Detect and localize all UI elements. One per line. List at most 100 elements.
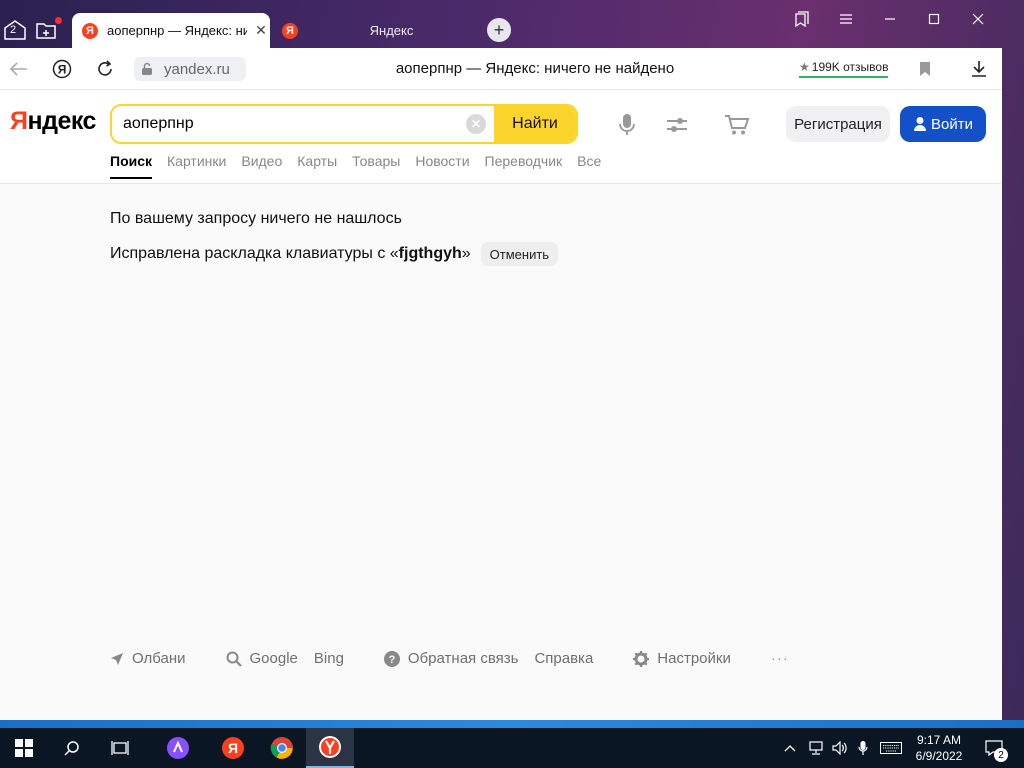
close-tab-icon[interactable]: ✕	[253, 22, 269, 39]
tab-count-badge: 2	[10, 24, 17, 36]
chevron-up-icon	[784, 745, 796, 752]
bookmark-icon	[920, 62, 930, 76]
cart-icon	[725, 115, 750, 135]
alice-icon	[167, 737, 189, 759]
reviews-link[interactable]: ★ 199K отзывов	[799, 60, 889, 78]
tabs-overview-button[interactable]: 2	[2, 17, 28, 43]
yandex-circle-icon: Я	[52, 59, 72, 79]
taskbar-search-button[interactable]	[48, 728, 96, 768]
layout-correction-prefix: Исправлена раскладка клавиатуры с «	[110, 245, 399, 262]
keyboard-tray-button[interactable]	[876, 728, 906, 768]
action-center-button[interactable]: 2	[980, 728, 1008, 768]
footer-location[interactable]: Олбани	[110, 650, 186, 667]
cancel-correction-button[interactable]: Отменить	[480, 242, 559, 266]
footer-settings[interactable]: Настройки	[633, 650, 731, 667]
register-button[interactable]: Регистрация	[786, 106, 890, 142]
taskbar-accent-strip	[0, 720, 1024, 728]
address-bar: Я yandex.ru аоперпнр — Яндекс: ничего не…	[0, 48, 1002, 90]
show-hidden-icons-button[interactable]	[780, 728, 800, 768]
settings-label: Настройки	[657, 650, 731, 667]
microphone-icon	[619, 114, 635, 135]
back-button[interactable]	[6, 56, 32, 82]
download-icon	[972, 61, 986, 77]
search-button[interactable]: Найти	[494, 106, 576, 142]
tab-products[interactable]: Товары	[352, 153, 400, 179]
layout-correction-message: Исправлена раскладка клавиатуры с «fjgth…	[110, 242, 559, 266]
tab-all[interactable]: Все	[577, 153, 601, 179]
yandex-favicon-icon: Я	[82, 22, 98, 39]
notification-count-badge: 2	[994, 748, 1008, 762]
svg-text:Я: Я	[228, 740, 238, 756]
tab-inactive[interactable]: Я Яндекс	[276, 13, 476, 48]
reload-button[interactable]	[92, 56, 118, 82]
new-tab-button[interactable]: +	[487, 18, 511, 42]
gear-icon	[633, 650, 650, 667]
clear-search-icon[interactable]: ✕	[466, 114, 486, 134]
tab-title: Яндекс	[369, 23, 414, 38]
close-window-button[interactable]	[956, 6, 1000, 32]
lock-icon	[142, 62, 152, 75]
tab-news[interactable]: Новости	[415, 153, 469, 179]
minimize-button[interactable]	[868, 6, 912, 32]
yandex-browser-icon	[319, 736, 341, 758]
downloads-button[interactable]	[966, 56, 992, 82]
search-icon	[226, 651, 242, 667]
footer-feedback[interactable]: ? Обратная связь	[383, 650, 518, 667]
speaker-icon	[832, 741, 847, 755]
url-field[interactable]: yandex.ru	[134, 57, 246, 81]
hamburger-menu-icon	[840, 14, 852, 24]
clock-time: 9:17 AM	[916, 733, 962, 747]
tab-active[interactable]: Я аоперпнр — Яндекс: ни ✕	[72, 13, 270, 48]
volume-tray-button[interactable]	[828, 728, 852, 768]
yandex-home-button[interactable]: Я	[49, 56, 75, 82]
search-nav-tabs: Поиск Картинки Видео Карты Товары Новост…	[110, 153, 601, 179]
chrome-icon	[270, 737, 293, 759]
browser-menu-button[interactable]	[824, 6, 868, 32]
microphone-tray-button[interactable]	[852, 728, 874, 768]
tab-video[interactable]: Видео	[241, 153, 282, 179]
footer-google[interactable]: Google	[226, 650, 298, 667]
tab-title: аоперпнр — Яндекс: ни	[107, 23, 247, 38]
yandex-app-icon: Я	[222, 737, 244, 759]
help-circle-icon: ?	[383, 650, 400, 667]
chrome-app[interactable]	[258, 728, 306, 768]
maximize-icon	[928, 13, 940, 25]
close-icon	[972, 13, 984, 25]
cart-button[interactable]	[724, 112, 750, 138]
task-view-button[interactable]	[96, 728, 144, 768]
bookmarks-panel-button[interactable]	[780, 6, 824, 32]
voice-search-button[interactable]	[614, 112, 640, 138]
bookmarks-icon	[795, 11, 809, 27]
alice-app[interactable]	[154, 728, 202, 768]
no-results-message: По вашему запросу ничего не нашлось	[110, 210, 402, 227]
clock-date: 6/9/2022	[915, 749, 963, 763]
reviews-label: 199K отзывов	[811, 60, 889, 74]
browser-tab-bar: 2 Я аоперпнр — Яндекс: ни ✕ Я Яндекс +	[0, 0, 1024, 48]
plus-icon: +	[493, 20, 505, 40]
maximize-button[interactable]	[912, 6, 956, 32]
original-query-link[interactable]: fjgthgyh	[399, 245, 462, 263]
search-header: Яндекс ✕ Найти Регис	[0, 90, 1002, 184]
search-input[interactable]	[112, 106, 462, 142]
taskbar-clock[interactable]: 9:17 AM 6/9/2022	[910, 732, 968, 764]
search-box: ✕ Найти	[110, 104, 578, 144]
start-button[interactable]	[0, 728, 48, 768]
footer-bing[interactable]: Bing	[314, 650, 344, 667]
tab-images[interactable]: Картинки	[167, 153, 226, 179]
footer-help[interactable]: Справка	[534, 650, 593, 667]
tab-search[interactable]: Поиск	[110, 153, 153, 179]
yandex-logo[interactable]: Яндекс	[10, 107, 96, 136]
yandex-app[interactable]: Я	[209, 728, 257, 768]
tab-translator[interactable]: Переводчик	[485, 153, 563, 179]
bing-label: Bing	[313, 650, 344, 667]
search-filters-button[interactable]	[664, 112, 690, 138]
microphone-icon	[858, 741, 868, 755]
yandex-browser-app[interactable]	[306, 728, 354, 768]
collections-button[interactable]	[34, 17, 62, 43]
reload-icon	[98, 60, 112, 76]
add-bookmark-button[interactable]	[912, 56, 938, 82]
login-button[interactable]: Войти	[900, 106, 986, 142]
tab-maps[interactable]: Карты	[297, 153, 337, 179]
network-tray-button[interactable]	[804, 728, 828, 768]
footer-more-button[interactable]: ···	[771, 650, 789, 667]
